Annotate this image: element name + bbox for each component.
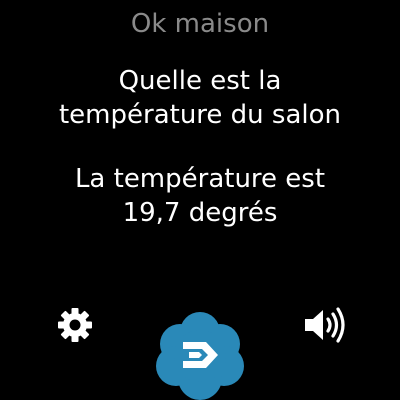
gear-icon bbox=[58, 308, 92, 342]
cloud-logo-icon bbox=[156, 312, 244, 400]
response-line-2: 19,7 degrés bbox=[122, 198, 278, 228]
response-line-1: La température est bbox=[74, 164, 326, 194]
watch-screen: Ok maison Quelle est la température du s… bbox=[0, 0, 400, 400]
assistant-response: La température est 19,7 degrés bbox=[0, 162, 400, 230]
volume-button[interactable] bbox=[300, 302, 350, 348]
microphone-button[interactable] bbox=[156, 308, 244, 400]
settings-button[interactable] bbox=[52, 302, 98, 348]
user-query: Quelle est la température du salon bbox=[0, 64, 400, 132]
query-line-2: température du salon bbox=[58, 100, 342, 130]
query-line-1: Quelle est la bbox=[118, 66, 282, 96]
speaker-volume-icon bbox=[305, 307, 345, 343]
app-title: Ok maison bbox=[130, 9, 270, 39]
